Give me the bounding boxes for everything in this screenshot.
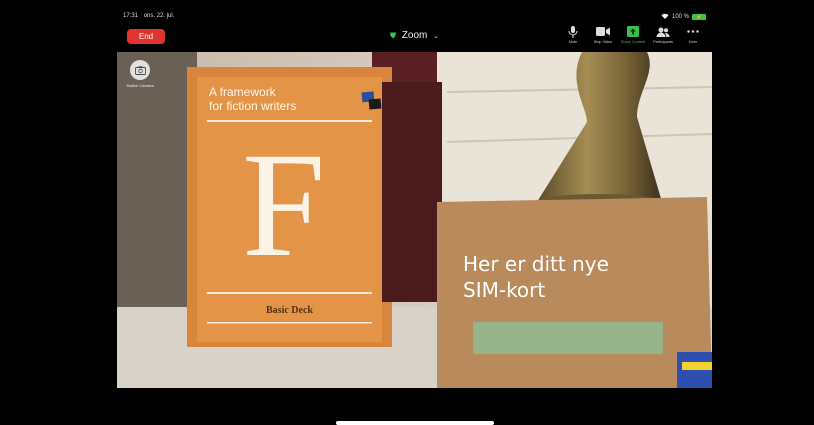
zoom-screen: A framework for fiction writers F Basic … [117,10,712,388]
card-text-line2: SIM-kort [463,278,546,302]
share-screen-icon [627,24,639,39]
status-bar: 17:31 ons. 22. jul. 100 % ⚡ [117,10,712,24]
share-content-label: Share Content [620,40,646,44]
mute-button[interactable]: Mute [560,24,586,44]
book-letter: F [242,122,326,288]
battery-icon: ⚡ [692,14,706,20]
participants-label: Participants [653,40,673,44]
battery-percent: 100 % [671,14,689,20]
status-date-text: ons. 22. jul. [143,13,175,19]
stop-video-label: Stop Video [593,40,613,44]
meeting-toolbar: End ⛊ Zoom ⌄ Mute Stop Video Share Conte… [117,24,712,52]
video-feed: A framework for fiction writers F Basic … [117,52,712,388]
status-time: 17:31 ons. 22. jul. [123,13,174,19]
switch-camera-button[interactable]: Switch Camera [121,60,159,88]
meeting-title: Zoom [401,30,428,41]
status-right: 100 % ⚡ [661,13,706,21]
book-footer: Basic Deck [266,305,313,316]
meeting-controls: Mute Stop Video Share Content Participan… [560,24,706,44]
microphone-icon [568,24,578,39]
participants-icon [656,24,670,39]
book-header-line2: for fiction writers [209,99,297,113]
video-camera-icon [596,24,610,39]
share-content-button[interactable]: Share Content [620,24,646,44]
wifi-icon [661,13,669,21]
home-indicator[interactable] [336,421,494,425]
book-header-line1: A framework [209,85,276,99]
status-time-text: 17:31 [123,13,139,19]
participants-button[interactable]: Participants [650,24,676,44]
more-dots-icon [687,24,699,39]
stop-video-button[interactable]: Stop Video [590,24,616,44]
switch-camera-label: Switch Camera [126,83,154,88]
mute-label: Mute [568,40,578,44]
switch-camera-icon [130,60,150,80]
more-button[interactable]: More [680,24,706,44]
more-label: More [688,40,698,44]
chevron-down-icon: ⌄ [433,33,439,40]
camera-scene [117,52,712,388]
card-text-line1: Her er ditt nye [463,252,609,276]
shield-icon: ⛊ [390,31,396,40]
